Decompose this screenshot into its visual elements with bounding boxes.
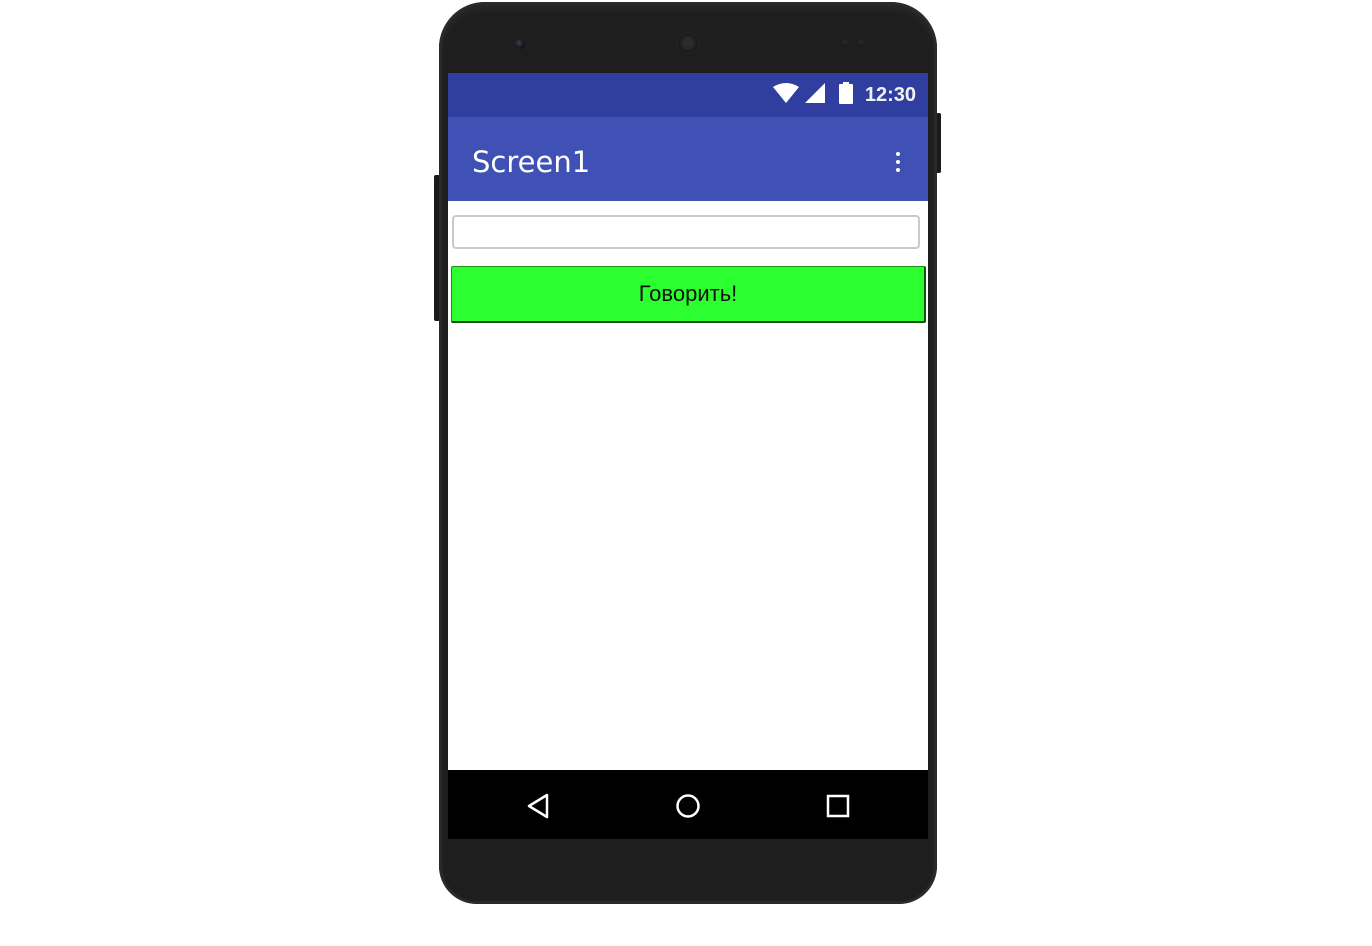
earpiece-speaker — [678, 33, 698, 53]
recent-apps-icon[interactable] — [818, 786, 858, 826]
overflow-menu-icon[interactable] — [888, 147, 908, 177]
proximity-sensor — [842, 40, 848, 44]
light-sensor — [858, 40, 864, 44]
home-icon[interactable] — [668, 786, 708, 826]
page-title: Screen1 — [472, 145, 591, 179]
wifi-icon — [772, 82, 799, 108]
text-input[interactable] — [452, 215, 920, 249]
navigation-bar — [448, 770, 928, 839]
status-icons: 12:30 — [772, 73, 916, 117]
front-camera — [515, 39, 525, 49]
speak-button[interactable]: Говорить! — [451, 266, 926, 323]
device-screen: 12:30 Screen1 Говорить! — [448, 73, 928, 839]
battery-icon — [838, 81, 853, 109]
back-icon[interactable] — [518, 786, 558, 826]
status-bar: 12:30 — [448, 73, 928, 117]
signal-icon — [804, 82, 825, 108]
status-time: 12:30 — [864, 83, 916, 106]
app-bar: Screen1 — [448, 117, 928, 201]
